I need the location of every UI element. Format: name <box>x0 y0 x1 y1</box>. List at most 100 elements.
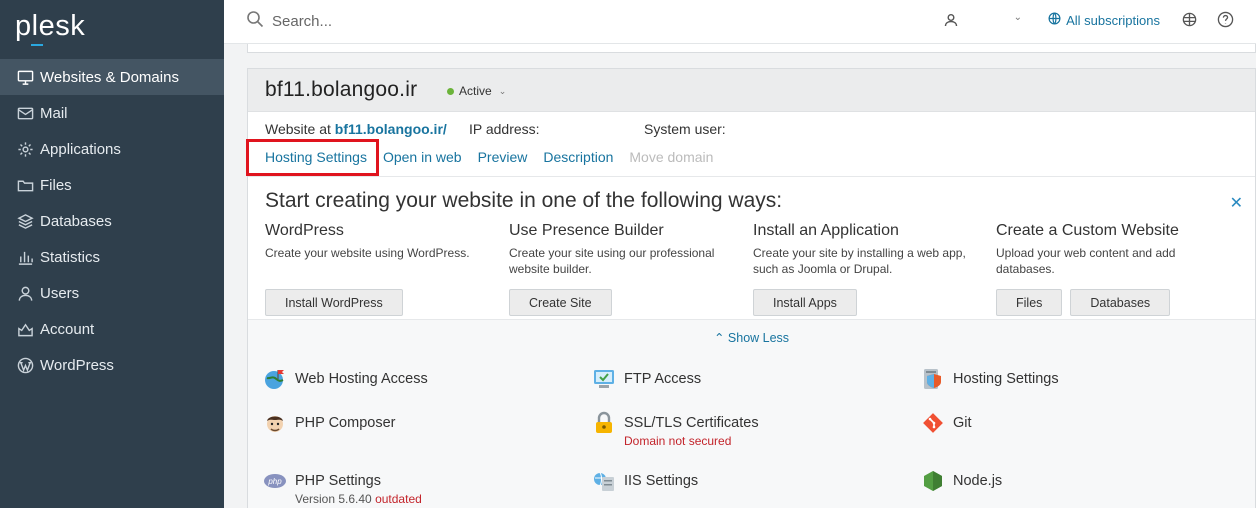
open-in-web-link[interactable]: Open in web <box>383 149 462 165</box>
sidebar-item-label: Mail <box>40 104 68 122</box>
tool-ssl-tls-certificates[interactable]: SSL/TLS Certificates Domain not secured <box>592 411 759 449</box>
chevron-down-icon[interactable]: ⌄ <box>1014 12 1022 23</box>
sidebar-item-statistics[interactable]: Statistics <box>0 239 224 275</box>
sidebar-item-account[interactable]: Account <box>0 311 224 347</box>
preview-link[interactable]: Preview <box>478 149 528 165</box>
tool-label: Node.js <box>953 473 1003 489</box>
hosting-settings-link[interactable]: Hosting Settings <box>265 149 367 165</box>
account-icon <box>16 320 34 338</box>
tool-ftp-access[interactable]: FTP Access <box>592 367 701 391</box>
tool-web-hosting-access[interactable]: Web Hosting Access <box>263 367 428 391</box>
option-description: Create your site by installing a web app… <box>753 246 966 276</box>
sidebar-item-databases[interactable]: Databases <box>0 203 224 239</box>
subscriptions-selector[interactable]: All subscriptions <box>1048 12 1160 28</box>
subscriptions-label: All subscriptions <box>1066 12 1160 28</box>
install-wordpress-button[interactable]: Install WordPress <box>265 289 403 316</box>
padlock-icon <box>592 411 616 435</box>
sidebar-item-wordpress[interactable]: WordPress <box>0 347 224 383</box>
tool-text: PHP Settings Version 5.6.40 outdated <box>295 469 422 507</box>
tool-git[interactable]: Git <box>921 411 972 435</box>
database-icon <box>16 212 34 230</box>
sidebar-item-label: Databases <box>40 212 112 230</box>
close-icon[interactable]: ✕ <box>1230 193 1243 213</box>
bug-icon[interactable] <box>1181 11 1198 33</box>
tool-label: SSL/TLS Certificates <box>624 415 759 431</box>
domain-name: bf11.bolangoo.ir <box>265 78 418 101</box>
divider <box>248 176 1255 177</box>
option-wordpress: WordPress Create your website using Word… <box>265 222 501 316</box>
php-badge-text: php <box>267 477 282 486</box>
website-at-label: Website at <box>265 121 331 137</box>
tool-label: PHP Composer <box>295 415 396 431</box>
sidebar-item-label: Files <box>40 176 72 194</box>
option-custom-website: Create a Custom Website Upload your web … <box>996 222 1236 316</box>
status-dropdown[interactable]: Active ⌄ <box>447 84 506 98</box>
sidebar-item-label: Applications <box>40 140 121 158</box>
folder-icon <box>16 176 34 194</box>
option-description: Upload your web content and add database… <box>996 246 1176 276</box>
globe-icon <box>1048 12 1061 28</box>
tool-label: Web Hosting Access <box>295 371 428 387</box>
mail-icon <box>16 104 34 122</box>
tool-label: IIS Settings <box>624 473 699 489</box>
wordpress-icon <box>16 356 34 374</box>
website-at: Website at bf11.bolangoo.ir/ <box>265 121 447 137</box>
user-menu-icon[interactable] <box>944 13 958 32</box>
ssl-status-warning: Domain not secured <box>624 434 732 448</box>
iis-server-icon <box>592 469 616 493</box>
show-less-toggle[interactable]: ⌃ Show Less <box>248 330 1255 345</box>
chevron-down-icon: ⌄ <box>498 85 507 96</box>
option-description: Create your website using WordPress. <box>265 246 470 260</box>
bar-chart-icon <box>16 248 34 266</box>
top-bar: Search... ⌄ All subscriptions <box>224 0 1256 44</box>
sidebar-item-users[interactable]: Users <box>0 275 224 311</box>
databases-button[interactable]: Databases <box>1070 289 1171 316</box>
tool-label: Git <box>953 415 972 431</box>
option-title: WordPress <box>265 222 344 239</box>
composer-conductor-icon <box>263 411 287 435</box>
install-apps-button[interactable]: Install Apps <box>753 289 857 316</box>
search-input[interactable]: Search... <box>272 13 332 30</box>
description-link[interactable]: Description <box>543 149 613 165</box>
option-presence-builder: Use Presence Builder Create your site us… <box>509 222 745 316</box>
plesk-logo[interactable]: plesk <box>15 10 86 46</box>
sidebar-item-websites-domains[interactable]: Websites & Domains <box>0 59 224 95</box>
help-icon[interactable] <box>1217 11 1234 33</box>
previous-card-edge <box>247 44 1256 53</box>
files-button[interactable]: Files <box>996 289 1063 316</box>
create-site-button[interactable]: Create Site <box>509 289 612 316</box>
php-outdated-badge: outdated <box>375 492 422 506</box>
tool-iis-settings[interactable]: IIS Settings <box>592 469 698 493</box>
status-dot <box>447 87 454 95</box>
sidebar-item-label: Users <box>40 284 80 302</box>
move-domain-link: Move domain <box>629 149 714 165</box>
logo-text: plesk <box>15 10 86 42</box>
php-version-info: Version 5.6.40 outdated <box>295 491 422 507</box>
search-icon <box>246 10 264 32</box>
option-title: Create a Custom Website <box>996 222 1179 239</box>
tool-hosting-settings[interactable]: Hosting Settings <box>921 367 1059 391</box>
domain-card: bf11.bolangoo.ir Active ⌄ Website at bf1… <box>247 68 1256 508</box>
sidebar-item-label: Statistics <box>40 248 101 266</box>
search-box[interactable]: Search... <box>246 10 332 32</box>
monitor-icon <box>16 68 34 86</box>
php-version: Version 5.6.40 <box>295 492 372 506</box>
git-icon <box>921 411 945 435</box>
tool-php-settings[interactable]: php PHP Settings Version 5.6.40 outdated <box>263 469 422 507</box>
sidebar-item-mail[interactable]: Mail <box>0 95 224 131</box>
tool-php-composer[interactable]: PHP Composer <box>263 411 395 435</box>
tool-nodejs[interactable]: Node.js <box>921 469 1002 493</box>
php-icon: php <box>263 469 287 493</box>
sidebar: plesk Websites & Domains Mail Applicatio… <box>0 0 224 508</box>
globe-flag-icon <box>263 367 287 391</box>
domain-card-header: bf11.bolangoo.ir Active ⌄ <box>248 69 1255 112</box>
server-shield-icon <box>921 367 945 391</box>
option-install-application: Install an Application Create your site … <box>753 222 989 316</box>
tool-label: FTP Access <box>624 371 702 387</box>
show-less-label: Show Less <box>727 331 790 345</box>
website-link[interactable]: bf11.bolangoo.ir/ <box>335 121 447 137</box>
sidebar-item-applications[interactable]: Applications <box>0 131 224 167</box>
nodejs-hexagon-icon <box>921 469 945 493</box>
domain-links: Hosting Settings Open in web Preview Des… <box>265 149 729 165</box>
sidebar-item-files[interactable]: Files <box>0 167 224 203</box>
